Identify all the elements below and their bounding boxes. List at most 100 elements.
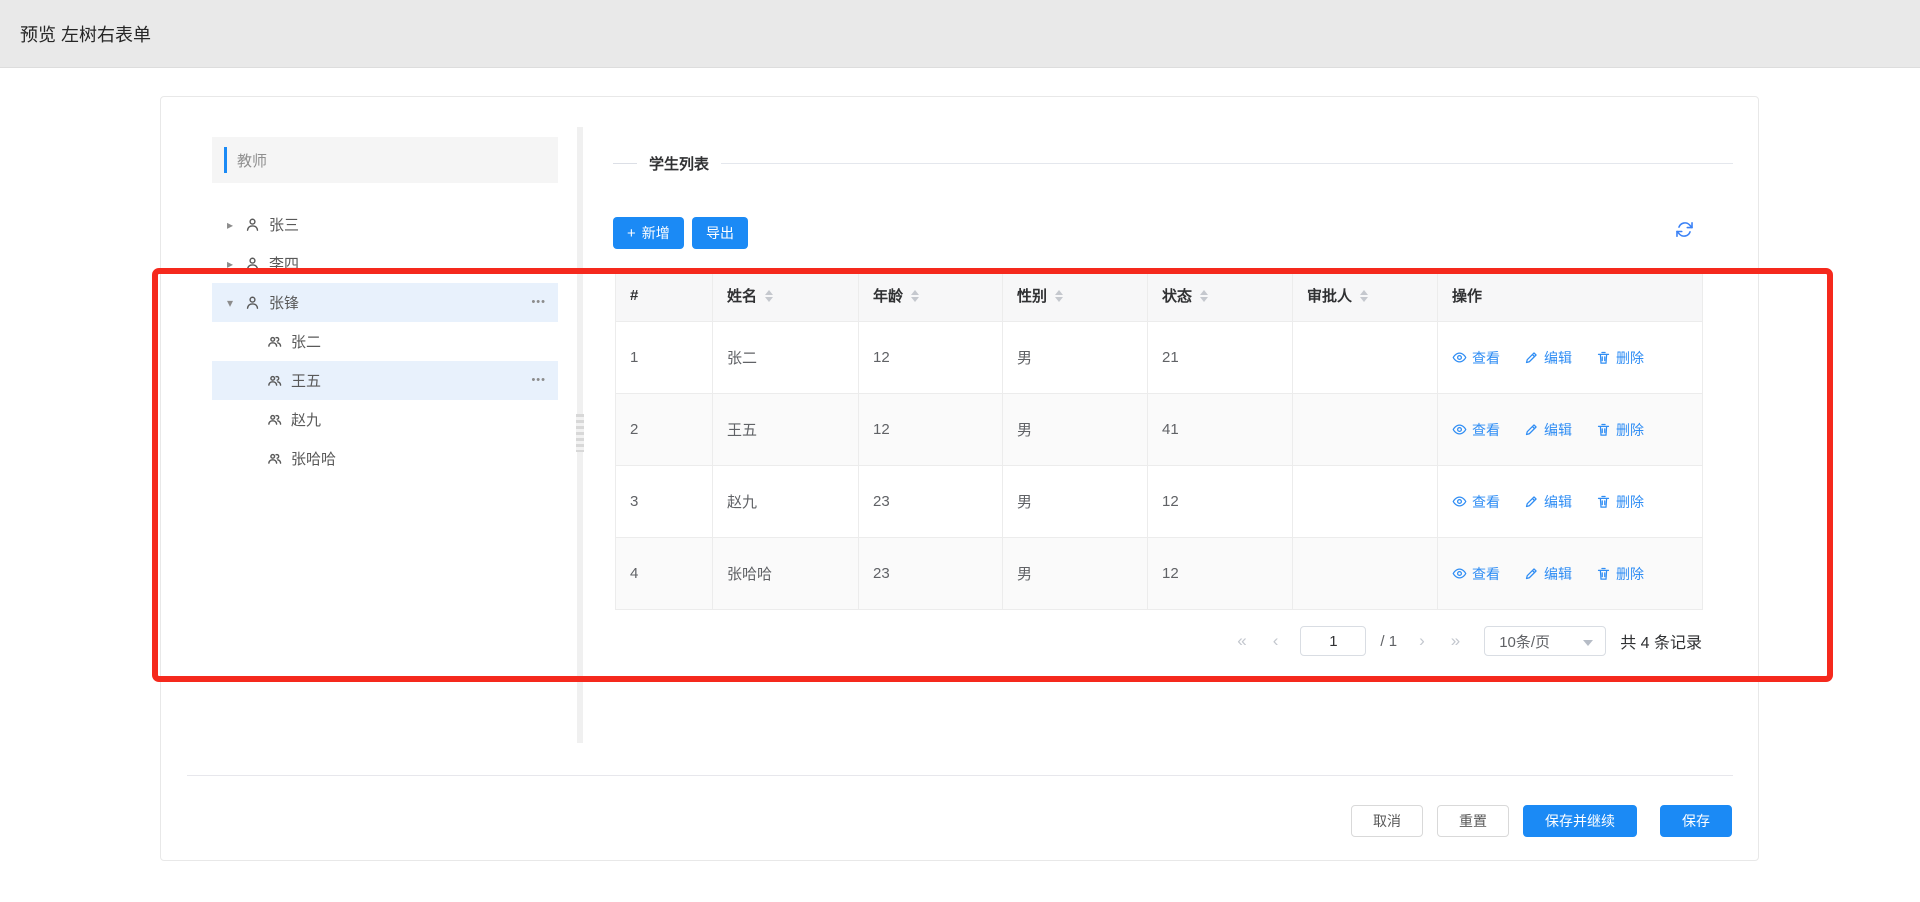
page-title: 预览 左树右表单: [20, 21, 151, 47]
eye-icon: [1452, 494, 1467, 509]
save-continue-button[interactable]: 保存并继续: [1523, 805, 1637, 837]
edit-icon: [1524, 350, 1539, 365]
user-icon: [244, 216, 261, 233]
caret-right-icon[interactable]: ▸: [224, 257, 236, 271]
table-row[interactable]: 2 王五 12 男 41 查看 编辑 删除: [616, 394, 1703, 466]
tree-item-wangwu[interactable]: 王五 •••: [212, 361, 558, 400]
tree-item-label: 李四: [269, 253, 299, 274]
cell-approver: [1293, 322, 1438, 394]
page-total-label: / 1: [1380, 633, 1397, 650]
column-header-approver[interactable]: 审批人: [1293, 270, 1438, 322]
column-header-gender[interactable]: 性别: [1003, 270, 1148, 322]
cell-approver: [1293, 538, 1438, 610]
cell-index: 4: [616, 538, 713, 610]
reset-button[interactable]: 重置: [1437, 805, 1509, 837]
delete-link[interactable]: 删除: [1596, 492, 1644, 512]
edit-link[interactable]: 编辑: [1524, 348, 1572, 368]
footer-buttons: 取消 重置 保存并继续 保存: [1351, 805, 1732, 837]
cell-name: 张二: [713, 322, 859, 394]
edit-icon: [1524, 494, 1539, 509]
delete-link[interactable]: 删除: [1596, 564, 1644, 584]
view-link[interactable]: 查看: [1452, 420, 1500, 440]
cell-status: 41: [1148, 394, 1293, 466]
caret-down-icon[interactable]: ▾: [224, 296, 236, 310]
tree-header: 教师: [212, 137, 558, 183]
prev-page-icon[interactable]: ‹: [1267, 631, 1285, 651]
splitter-grip-icon[interactable]: [576, 414, 584, 452]
team-icon: [266, 411, 283, 428]
tree-item-label: 赵九: [291, 409, 321, 430]
page-size-select[interactable]: 10条/页: [1484, 626, 1606, 656]
teacher-tree: ▸ 张三 ▸ 李四 ▾ 张锋 •••: [212, 205, 558, 478]
cell-approver: [1293, 394, 1438, 466]
sort-carets-icon[interactable]: [1055, 290, 1063, 302]
more-icon[interactable]: •••: [531, 374, 546, 386]
pagination: « ‹ / 1 › » 10条/页 共 4 条记录: [615, 626, 1702, 656]
user-icon: [244, 294, 261, 311]
page-number-input[interactable]: [1300, 626, 1366, 656]
form-card: 教师 ▸ 张三 ▸ 李四 ▾: [160, 96, 1759, 861]
edit-link[interactable]: 编辑: [1524, 564, 1572, 584]
first-page-icon[interactable]: «: [1231, 631, 1252, 651]
tree-item-lisi[interactable]: ▸ 李四: [212, 244, 558, 283]
section-title-row: 学生列表: [613, 153, 1733, 173]
cell-age: 12: [859, 322, 1003, 394]
cell-actions: 查看 编辑 删除: [1438, 394, 1703, 466]
tree-item-zhaojiu[interactable]: 赵九: [212, 400, 558, 439]
topbar: 预览 左树右表单: [0, 0, 1920, 68]
tree-item-zhanger[interactable]: 张二: [212, 322, 558, 361]
table-row[interactable]: 4 张哈哈 23 男 12 查看 编辑 删除: [616, 538, 1703, 610]
column-header-status[interactable]: 状态: [1148, 270, 1293, 322]
cell-name: 赵九: [713, 466, 859, 538]
edit-icon: [1524, 422, 1539, 437]
trash-icon: [1596, 350, 1611, 365]
view-link[interactable]: 查看: [1452, 348, 1500, 368]
last-page-icon[interactable]: »: [1445, 631, 1466, 651]
cell-age: 23: [859, 466, 1003, 538]
sort-carets-icon[interactable]: [1200, 290, 1208, 302]
export-button[interactable]: 导出: [692, 217, 748, 249]
next-page-icon[interactable]: ›: [1413, 631, 1431, 651]
panel-splitter[interactable]: [577, 127, 583, 743]
tree-item-zhangfeng[interactable]: ▾ 张锋 •••: [212, 283, 558, 322]
caret-right-icon[interactable]: ▸: [224, 218, 236, 232]
cell-age: 23: [859, 538, 1003, 610]
table-row[interactable]: 1 张二 12 男 21 查看 编辑 删除: [616, 322, 1703, 394]
sort-carets-icon[interactable]: [765, 290, 773, 302]
more-icon[interactable]: •••: [531, 296, 546, 308]
view-link[interactable]: 查看: [1452, 492, 1500, 512]
add-button[interactable]: + 新增: [613, 217, 684, 249]
add-button-label: 新增: [642, 223, 670, 243]
edit-link[interactable]: 编辑: [1524, 420, 1572, 440]
sort-carets-icon[interactable]: [1360, 290, 1368, 302]
tree-item-zhanghaha[interactable]: 张哈哈: [212, 439, 558, 478]
cell-status: 12: [1148, 466, 1293, 538]
column-header-name[interactable]: 姓名: [713, 270, 859, 322]
delete-link[interactable]: 删除: [1596, 420, 1644, 440]
table-row[interactable]: 3 赵九 23 男 12 查看 编辑 删除: [616, 466, 1703, 538]
select-caret-icon: [1583, 640, 1593, 646]
team-icon: [266, 333, 283, 350]
cancel-button[interactable]: 取消: [1351, 805, 1423, 837]
table-header-row: # 姓名 年龄 性别 状态 审批人 操作: [616, 270, 1703, 322]
tree-item-label: 王五: [291, 370, 321, 391]
tree-item-zhangsan[interactable]: ▸ 张三: [212, 205, 558, 244]
delete-link[interactable]: 删除: [1596, 348, 1644, 368]
view-link[interactable]: 查看: [1452, 564, 1500, 584]
refresh-icon[interactable]: [1675, 220, 1695, 240]
sort-carets-icon[interactable]: [911, 290, 919, 302]
edit-link[interactable]: 编辑: [1524, 492, 1572, 512]
cell-index: 1: [616, 322, 713, 394]
column-header-index: #: [616, 270, 713, 322]
cell-index: 2: [616, 394, 713, 466]
title-rule: [721, 163, 1733, 164]
cell-approver: [1293, 466, 1438, 538]
tree-item-label: 张哈哈: [291, 448, 336, 469]
save-button[interactable]: 保存: [1660, 805, 1732, 837]
cell-actions: 查看 编辑 删除: [1438, 538, 1703, 610]
cell-age: 12: [859, 394, 1003, 466]
cell-index: 3: [616, 466, 713, 538]
plus-icon: +: [627, 225, 636, 242]
export-button-label: 导出: [706, 223, 734, 243]
column-header-age[interactable]: 年龄: [859, 270, 1003, 322]
